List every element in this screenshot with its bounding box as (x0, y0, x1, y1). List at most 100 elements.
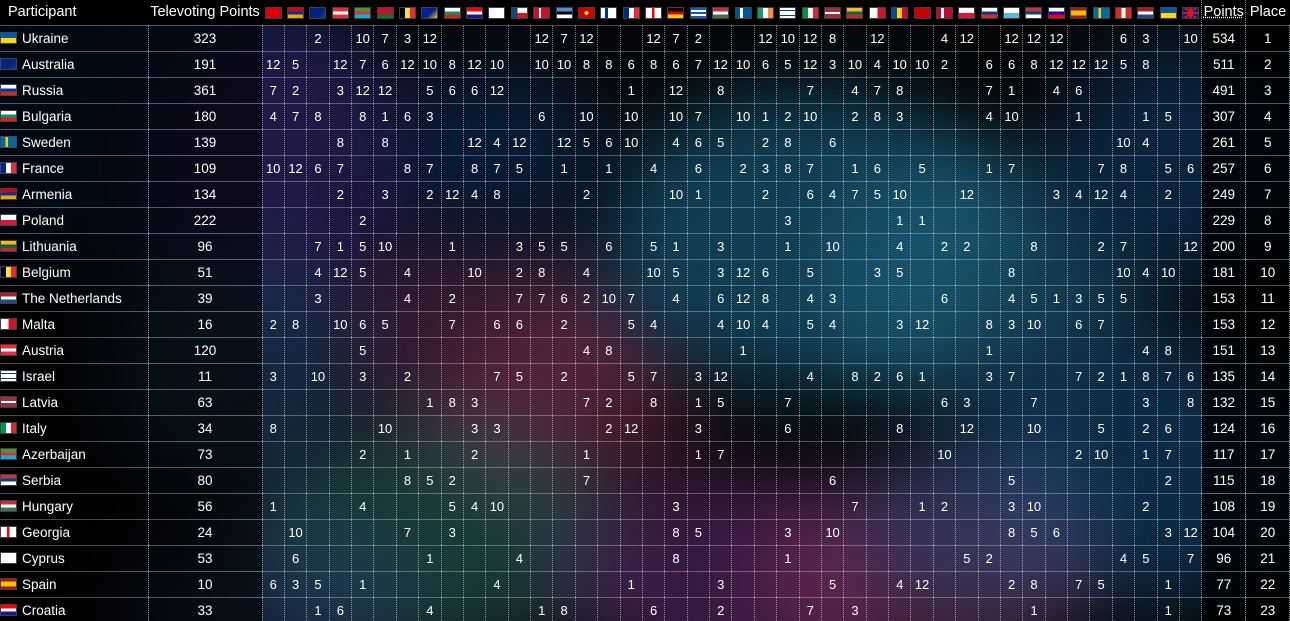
flag-icon-ge[interactable] (645, 7, 663, 20)
flag-icon-ua[interactable] (1159, 7, 1177, 20)
flag-icon-cy[interactable] (488, 7, 506, 20)
table-row[interactable]: Ukraine 323 2 10 7 3 12 12 7 12 12 7 2 12 10 12 8 12 4 12 12… (0, 25, 1290, 52)
flag-icon-ru[interactable] (980, 7, 998, 20)
flag-icon-ba[interactable] (421, 7, 439, 20)
flag-icon-me[interactable] (913, 7, 931, 20)
participant-cell[interactable]: The Netherlands (0, 285, 149, 312)
flag-icon-sm[interactable] (1003, 7, 1021, 20)
column-header-flag-fr[interactable] (620, 0, 643, 26)
flag-icon-bg[interactable] (443, 7, 461, 20)
table-row[interactable]: Malta 16 2 8 10 6 5 7 6 6 2 5 4 4 10 4 5 4 3 12 8 3 10 6 7 153 12 (0, 311, 1290, 338)
flag-icon-gb[interactable] (1181, 7, 1199, 20)
flag-icon-fi[interactable] (600, 7, 618, 20)
column-header-flag-mk[interactable] (575, 0, 598, 26)
table-row[interactable]: The Netherlands 39 3 4 2 7 7 6 2 10 7 4 6 12 8 4 3 6 4 5 1 3 5… (0, 285, 1290, 312)
flag-icon-at[interactable] (331, 7, 349, 20)
column-header-flag-nl[interactable] (1134, 0, 1157, 26)
flag-icon-es[interactable] (1070, 7, 1088, 20)
flag-icon-mk[interactable] (577, 7, 595, 20)
column-header-televoting-points[interactable]: Televoting Points (148, 0, 262, 26)
column-header-flag-bg[interactable] (441, 0, 464, 26)
flag-icon-pl[interactable] (958, 7, 976, 20)
participant-cell[interactable]: Sweden (0, 129, 149, 156)
column-header-flag-fi[interactable] (597, 0, 620, 26)
column-header-flag-ie[interactable] (754, 0, 777, 26)
participant-cell[interactable]: Belgium (0, 259, 149, 286)
participant-cell[interactable]: Georgia (0, 519, 149, 546)
column-header-flag-au[interactable] (306, 0, 330, 26)
participant-cell[interactable]: France (0, 155, 149, 182)
column-header-flag-az[interactable] (351, 0, 374, 26)
column-header-flag-ua[interactable] (1157, 0, 1180, 26)
flag-icon-il[interactable] (779, 7, 797, 20)
table-row[interactable]: Italy 34 8 10 3 3 2 12 3 6 8 12 10 5 2 6 124 16 (0, 415, 1290, 442)
column-header-flag-hu[interactable] (709, 0, 732, 26)
flag-icon-rs[interactable] (1025, 7, 1043, 20)
participant-cell[interactable]: Israel (0, 363, 149, 390)
column-header-flag-am[interactable] (284, 0, 307, 26)
flag-icon-fr[interactable] (622, 7, 640, 20)
column-header-flag-il[interactable] (776, 0, 799, 26)
column-header-points[interactable]: Points (1201, 0, 1246, 26)
participant-cell[interactable]: Russia (0, 77, 149, 104)
participant-cell[interactable]: Serbia (0, 467, 149, 494)
table-row[interactable]: Hungary 56 1 4 5 4 10 3 7 1 2 3 10 2 108 19 (0, 493, 1290, 520)
column-header-flag-by[interactable] (373, 0, 397, 26)
flag-icon-au[interactable] (309, 7, 327, 20)
flag-icon-mt[interactable] (868, 7, 886, 20)
flag-icon-lt[interactable] (846, 7, 864, 20)
flag-icon-is[interactable] (734, 7, 752, 20)
column-header-flag-lt[interactable] (843, 0, 867, 26)
column-header-flag-it[interactable] (799, 0, 822, 26)
flag-icon-dk[interactable] (533, 7, 551, 20)
flag-icon-ch[interactable] (1114, 7, 1132, 20)
column-header-flag-ee[interactable] (552, 0, 576, 26)
column-header-flag-is[interactable] (731, 0, 755, 26)
flag-icon-si[interactable] (1047, 7, 1065, 20)
column-header-flag-sm[interactable] (1000, 0, 1023, 26)
participant-cell[interactable]: Latvia (0, 389, 149, 416)
flag-icon-be[interactable] (398, 7, 416, 20)
table-row[interactable]: Azerbaijan 73 2 1 2 1 1 7 10 2 10 1 7 117 17 (0, 441, 1290, 468)
column-header-flag-ge[interactable] (642, 0, 665, 26)
column-header-flag-cz[interactable] (508, 0, 531, 26)
column-header-flag-pl[interactable] (955, 0, 978, 26)
flag-icon-md[interactable] (891, 7, 909, 20)
flag-icon-no[interactable] (935, 7, 953, 20)
column-header-flag-si[interactable] (1045, 0, 1068, 26)
flag-icon-al[interactable] (264, 7, 282, 20)
flag-icon-hr[interactable] (466, 7, 484, 20)
participant-cell[interactable]: Bulgaria (0, 103, 149, 130)
table-row[interactable]: Sweden 139 8 8 12 4 12 12 5 6 10 4 6 5 2 8 6 10 4 261 5 (0, 129, 1290, 156)
column-header-flag-se[interactable] (1089, 0, 1113, 26)
column-header-flag-es[interactable] (1067, 0, 1090, 26)
flag-icon-nl[interactable] (1137, 7, 1155, 20)
flag-icon-gr[interactable] (689, 7, 707, 20)
flag-icon-de[interactable] (667, 7, 685, 20)
participant-cell[interactable]: Malta (0, 311, 149, 338)
table-row[interactable]: Australia 191 12 5 12 7 6 12 10 8 12 10 10 10 8 8 6 8 6 7 12… (0, 51, 1290, 78)
flag-icon-lv[interactable] (824, 7, 842, 20)
table-row[interactable]: Poland 222 2 3 1 1 229 8 (0, 207, 1290, 234)
flag-icon-am[interactable] (287, 7, 305, 20)
table-row[interactable]: Russia 361 7 2 3 12 12 5 6 6 12 1 12 8 7 4 7 8 7 1 4 6 491 3 (0, 77, 1290, 104)
flag-icon-az[interactable] (354, 7, 372, 20)
participant-cell[interactable]: Cyprus (0, 545, 149, 572)
column-header-flag-ch[interactable] (1112, 0, 1135, 26)
table-row[interactable]: France 109 10 12 6 7 8 7 8 7 5 1 1 4 6 2 3 8 7 1 6 5 1 7 7 8 5 6 257… (0, 155, 1290, 182)
participant-cell[interactable]: Italy (0, 415, 149, 442)
table-row[interactable]: Armenia 134 2 3 2 12 4 8 2 10 1 2 6 4 7 5 10 12 3 4 12 4 2 249 7 (0, 181, 1290, 208)
column-header-flag-ba[interactable] (418, 0, 441, 26)
participant-cell[interactable]: Ukraine (0, 25, 149, 52)
column-header-flag-be[interactable] (396, 0, 419, 26)
participant-cell[interactable]: Austria (0, 337, 149, 364)
participant-cell[interactable]: Poland (0, 207, 149, 234)
table-row[interactable]: Croatia 33 1 6 4 1 8 6 2 7 3 1 1 73 23 (0, 597, 1290, 621)
column-header-flag-rs[interactable] (1022, 0, 1046, 26)
column-header-flag-cy[interactable] (485, 0, 509, 26)
column-header-flag-md[interactable] (888, 0, 911, 26)
participant-cell[interactable]: Armenia (0, 181, 149, 208)
table-row[interactable]: Austria 120 5 4 8 1 1 4 8 151 13 (0, 337, 1290, 364)
column-header-flag-at[interactable] (329, 0, 352, 26)
flag-icon-hu[interactable] (712, 7, 730, 20)
